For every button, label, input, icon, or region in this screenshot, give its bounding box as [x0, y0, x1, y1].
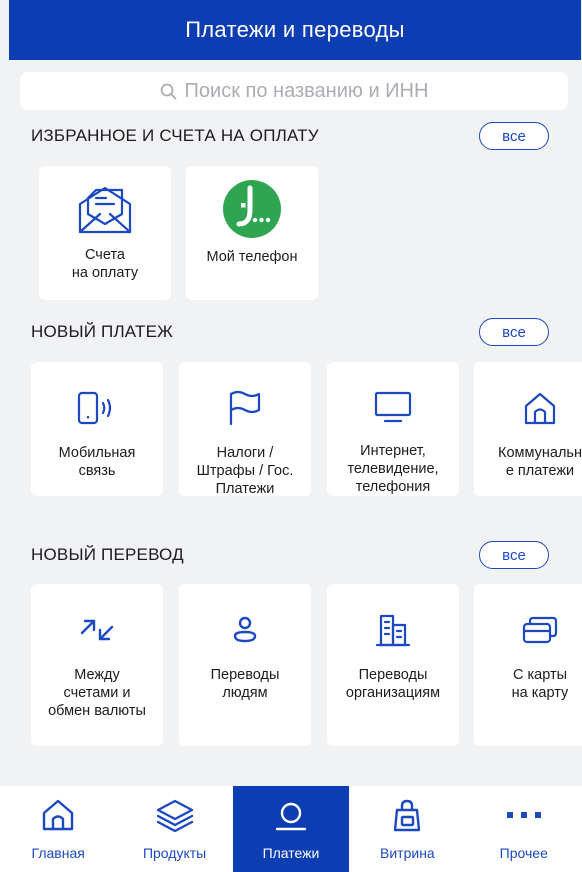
tab-label: Главная: [31, 845, 85, 861]
cards-icon: [521, 612, 559, 648]
tab-more[interactable]: Прочее: [466, 786, 582, 872]
tab-home[interactable]: Главная: [0, 786, 116, 872]
new-payment-section-title: НОВЫЙ ПЛАТЕЖ: [31, 322, 174, 341]
building-icon: [375, 612, 411, 648]
payment-card-label: Мобильная связь: [58, 445, 136, 479]
payment-card-taxes[interactable]: Налоги / Штрафы / Гос. Платежи: [179, 362, 311, 497]
tab-products[interactable]: Продукты: [116, 786, 232, 872]
house-icon: [522, 390, 558, 426]
layers-icon: [155, 798, 195, 835]
favorite-card-invoices[interactable]: Счета на оплату: [39, 166, 171, 300]
payment-card-label: Интернет, телевидение, телефония: [347, 443, 439, 495]
tab-showcase[interactable]: Витрина: [349, 786, 465, 872]
exchange-arrows-icon: [78, 612, 116, 648]
mobile-phone-icon: [77, 390, 117, 426]
favorite-card-my-phone[interactable]: Мой телефон: [186, 166, 318, 300]
favorite-card-label: Мой телефон: [206, 249, 298, 265]
more-dots-icon: [504, 798, 544, 835]
page-title: Платежи и переводы: [185, 17, 405, 42]
transfer-card-label: С карты на карту: [511, 667, 569, 701]
tab-payments[interactable]: Платежи: [232, 786, 350, 872]
transfer-card-people[interactable]: Переводы людям: [179, 584, 311, 746]
new-payment-all-button[interactable]: все: [479, 318, 549, 346]
tab-label: Продукты: [142, 845, 207, 861]
search-input[interactable]: Поиск по названию и ИНН: [20, 72, 568, 110]
payment-card-mobile[interactable]: Мобильная связь: [31, 362, 163, 496]
home-icon: [41, 798, 75, 835]
bottom-tab-bar: Главная Продукты Платежи Витрина Прочее: [0, 786, 582, 872]
tab-label: Прочее: [499, 845, 548, 861]
transfer-card-label: Между счетами и обмен валюты: [48, 667, 146, 719]
transfer-card-card-to-card[interactable]: С карты на карту: [474, 584, 582, 746]
transfer-card-between-accounts[interactable]: Между счетами и обмен валюты: [31, 584, 163, 746]
transfer-card-label: Переводы людям: [210, 667, 280, 701]
search-placeholder: Поиск по названию и ИНН: [184, 79, 429, 102]
favorites-all-button[interactable]: все: [479, 122, 549, 150]
tab-label: Платежи: [262, 845, 320, 861]
envelope-document-icon: [74, 184, 136, 236]
tab-label: Витрина: [380, 845, 435, 861]
payment-card-internet[interactable]: Интернет, телевидение, телефония: [327, 362, 459, 496]
page-header: Платежи и переводы: [9, 0, 581, 60]
payment-card-label: Налоги / Штрафы / Гос. Платежи: [196, 445, 294, 497]
flag-icon: [227, 390, 263, 426]
search-icon: [160, 83, 177, 100]
payments-screen: Платежи и переводы Поиск по названию и И…: [0, 0, 582, 872]
person-icon: [229, 612, 261, 648]
megafon-logo-icon: [223, 180, 281, 238]
transfer-card-organizations[interactable]: Переводы организациям: [327, 584, 459, 746]
favorites-section-title: ИЗБРАННОЕ И СЧЕТА НА ОПЛАТУ: [31, 126, 319, 145]
favorite-card-label: Счета на оплату: [71, 247, 139, 281]
transfer-card-label: Переводы организациям: [345, 667, 441, 701]
payment-card-label: Коммунальн е платежи: [498, 445, 582, 479]
new-transfer-section-title: НОВЫЙ ПЕРЕВОД: [31, 545, 184, 564]
payments-icon: [274, 798, 308, 835]
shopping-bag-icon: [390, 798, 424, 835]
payment-card-utilities[interactable]: Коммунальн е платежи: [474, 362, 582, 496]
new-transfer-all-button[interactable]: все: [479, 541, 549, 569]
monitor-icon: [373, 390, 413, 424]
